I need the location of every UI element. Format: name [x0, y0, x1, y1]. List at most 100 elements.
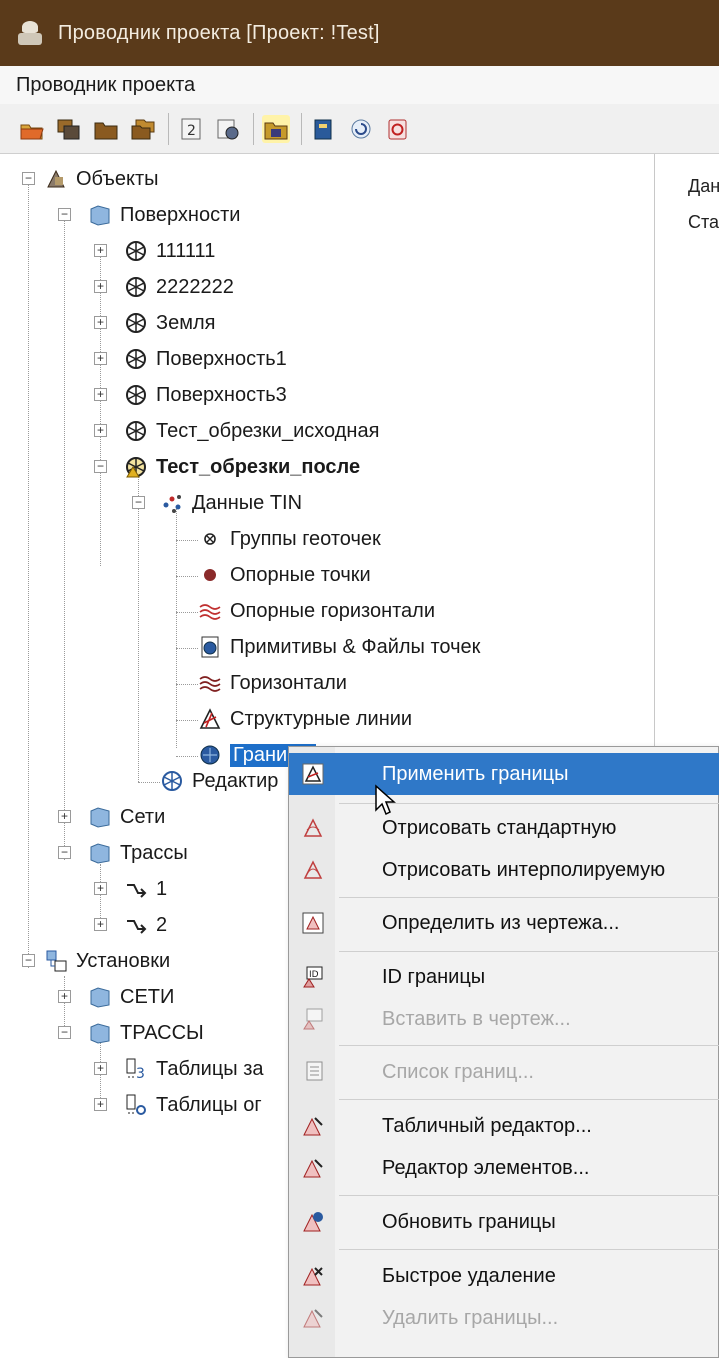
routes-folder-icon	[90, 843, 110, 864]
open-folder-icon[interactable]	[18, 115, 46, 143]
breaklines-icon	[199, 708, 221, 729]
nets-folder-icon	[90, 807, 110, 828]
folders-stack-icon[interactable]	[129, 115, 157, 143]
settings-page-icon[interactable]	[214, 115, 242, 143]
tree-item-tables-1[interactable]: 3 Таблицы за	[124, 1054, 264, 1084]
tree-item-routes[interactable]: Трассы	[88, 838, 188, 868]
menu-item-define-from-drawing[interactable]: Определить из чертежа...	[289, 902, 719, 944]
delete-icon[interactable]	[384, 115, 412, 143]
tree-item-nets-settings[interactable]: СЕТИ	[88, 982, 174, 1012]
quick-delete-icon	[303, 1267, 323, 1286]
toolbar-separator	[168, 112, 169, 145]
tin-surface-icon	[126, 349, 146, 369]
tree-item-routes-settings[interactable]: ТРАССЫ	[88, 1018, 204, 1048]
tree-item-tin-data[interactable]: Данные TIN	[160, 488, 302, 518]
tree-item-control-points[interactable]: Опорные точки	[198, 560, 371, 590]
define-from-drawing-icon	[302, 912, 324, 934]
tree-item-surface-1[interactable]: Поверхность1	[124, 344, 287, 374]
menu-item-draw-standard[interactable]: Отрисовать стандартную	[289, 807, 719, 849]
refresh-icon[interactable]	[347, 115, 375, 143]
tree-item-surface-test-source[interactable]: Тест_обрезки_исходная	[124, 416, 379, 446]
tin-surface-warning-icon	[126, 457, 146, 478]
expander-nets-settings[interactable]: +	[58, 990, 71, 1003]
menu-item-table-editor[interactable]: Табличный редактор...	[289, 1105, 719, 1147]
tree-item-surface-2222222[interactable]: 2222222	[124, 272, 234, 302]
menu-item-element-editor[interactable]: Редактор элементов...	[289, 1147, 719, 1189]
tree-item-primitives[interactable]: Примитивы & Файлы точек	[198, 632, 480, 662]
menu-item-delete-boundaries[interactable]: Удалить границы...	[289, 1297, 719, 1339]
surfaces-folder-icon	[90, 205, 110, 226]
alignment-icon	[127, 884, 147, 898]
expander-surface-zemlya[interactable]: +	[94, 316, 107, 329]
edits-icon	[162, 771, 182, 791]
panel-header-label: Проводник проекта	[16, 73, 196, 96]
routes-settings-folder-icon	[90, 1023, 110, 1044]
menu-item-insert-in-drawing[interactable]: Вставить в чертеж...	[289, 998, 719, 1040]
expander-routes-settings[interactable]: −	[58, 1026, 71, 1039]
nets-settings-folder-icon	[90, 987, 110, 1008]
expander-tables-1[interactable]: +	[94, 1062, 107, 1075]
tree-item-surface-111111[interactable]: 111111	[124, 236, 215, 266]
save-folder-icon[interactable]	[262, 114, 290, 143]
expander-surface-test-source[interactable]: +	[94, 424, 107, 437]
expander-routes[interactable]: −	[58, 846, 71, 859]
table-editor-icon	[303, 1117, 323, 1136]
tree-item-tables-2[interactable]: Таблицы ог	[124, 1090, 262, 1120]
help-book-icon[interactable]	[310, 115, 338, 143]
expander-objects[interactable]: −	[22, 172, 35, 185]
context-menu: Применить границы Отрисовать стандартную…	[288, 746, 719, 1358]
expander-surfaces[interactable]: −	[58, 208, 71, 221]
tree-item-route-1[interactable]: 1	[124, 874, 167, 904]
number-two-icon[interactable]: 2	[177, 115, 205, 143]
draw-standard-icon	[303, 818, 323, 837]
expander-tin-data[interactable]: −	[132, 496, 145, 509]
expander-route-2[interactable]: +	[94, 918, 107, 931]
expander-nets[interactable]: +	[58, 810, 71, 823]
insert-in-drawing-icon	[303, 1008, 323, 1030]
expander-surface-1[interactable]: +	[94, 352, 107, 365]
expander-surface-111111[interactable]: +	[94, 244, 107, 257]
folder-icon[interactable]	[92, 115, 120, 143]
tree-item-contours[interactable]: Горизонтали	[198, 668, 347, 698]
expander-route-1[interactable]: +	[94, 882, 107, 895]
expander-surface-2222222[interactable]: +	[94, 280, 107, 293]
menu-item-draw-interpolated[interactable]: Отрисовать интерполируемую	[289, 849, 719, 891]
tree-item-control-contours[interactable]: Опорные горизонтали	[198, 596, 435, 626]
tree-item-surface-zemlya[interactable]: Земля	[124, 308, 215, 338]
menu-separator	[339, 951, 719, 952]
tree-item-edits[interactable]: Редактир	[160, 766, 278, 796]
menu-separator	[339, 1045, 719, 1046]
expander-tables-2[interactable]: +	[94, 1098, 107, 1111]
menu-item-update-boundaries[interactable]: Обновить границы	[289, 1201, 719, 1243]
copy-folder-icon[interactable]	[55, 115, 83, 143]
tree-item-surfaces[interactable]: Поверхности	[88, 200, 240, 230]
tree-item-objects[interactable]: Объекты	[44, 164, 158, 194]
expander-surface-3[interactable]: +	[94, 388, 107, 401]
menu-item-boundary-id[interactable]: ID ID границы	[289, 956, 719, 998]
tree-item-surface-3[interactable]: Поверхность3	[124, 380, 287, 410]
menu-item-boundary-list[interactable]: Список границ...	[289, 1051, 719, 1093]
svg-text:3: 3	[136, 1066, 145, 1081]
tree-item-settings[interactable]: Установки	[44, 946, 170, 976]
expander-settings[interactable]: −	[22, 954, 35, 967]
tin-surface-icon	[126, 241, 146, 261]
properties-line-2: Ста	[688, 212, 719, 232]
settings-icon	[46, 950, 67, 972]
menu-item-apply-boundaries[interactable]: Применить границы	[289, 753, 719, 795]
menu-separator	[339, 897, 719, 898]
svg-text:2: 2	[187, 123, 196, 139]
menu-item-quick-delete[interactable]: Быстрое удаление	[289, 1255, 719, 1297]
expander-surface-test-after[interactable]: −	[94, 460, 107, 473]
tree-item-surface-test-after[interactable]: Тест_обрезки_после	[124, 452, 360, 482]
draw-interpolated-icon	[303, 860, 323, 879]
control-point-icon	[204, 569, 216, 581]
table-style-icon	[126, 1094, 146, 1115]
window-titlebar[interactable]: Проводник проекта [Проект: !Test]	[0, 0, 719, 66]
tree-item-point-groups[interactable]: Группы геоточек	[198, 524, 381, 554]
svg-text:ID: ID	[309, 970, 319, 980]
menu-separator	[339, 803, 719, 804]
tree-item-route-2[interactable]: 2	[124, 910, 167, 940]
tree-item-nets[interactable]: Сети	[88, 802, 165, 832]
tree-item-breaklines[interactable]: Структурные линии	[198, 704, 412, 734]
toolbar-separator	[301, 112, 302, 145]
